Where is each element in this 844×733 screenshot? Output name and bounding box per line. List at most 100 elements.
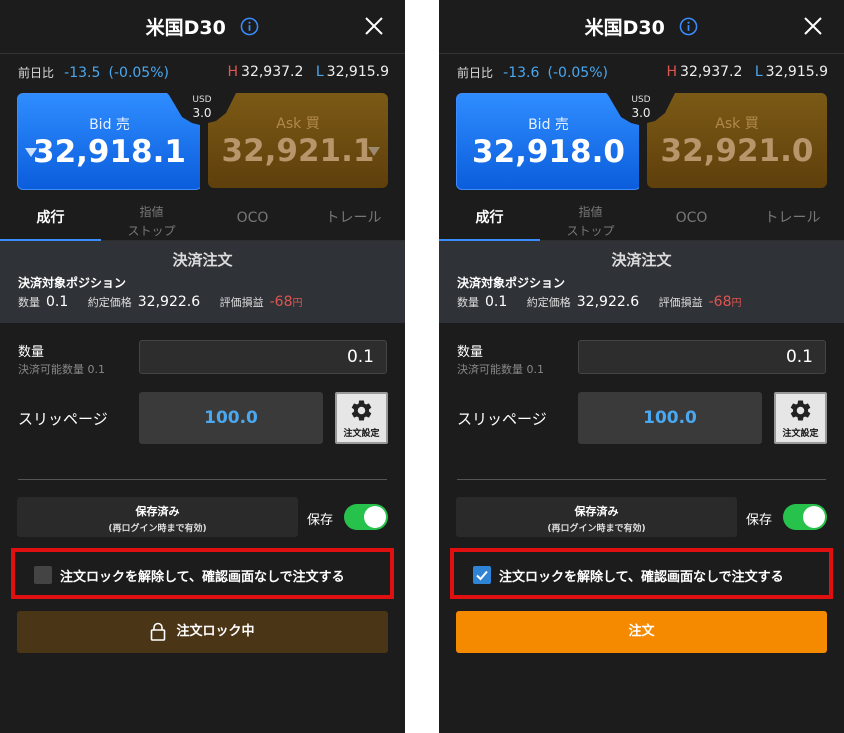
- ask-price: 32,921.0: [660, 133, 814, 169]
- prev-change: -13.6: [503, 65, 540, 81]
- tab-limit-stop[interactable]: 指値 ストップ: [540, 200, 641, 240]
- position-details: 数量 0.1 約定価格 32,922.6 評価損益 -68円: [457, 294, 741, 310]
- saved-label: 保存済み: [574, 505, 619, 518]
- position-qty-label: 数量: [18, 296, 40, 309]
- quantity-available: 決済可能数量 0.1: [18, 363, 105, 376]
- gear-icon: [790, 400, 811, 421]
- header: 米国D30: [0, 0, 405, 54]
- ask-buy-button[interactable]: Ask 買 32,921.0: [647, 93, 827, 188]
- page-title: 米国D30: [0, 13, 405, 40]
- gear-icon: [351, 400, 372, 421]
- position-title: 決済対象ポジション: [18, 276, 127, 290]
- settlement-section: 決済注文 決済対象ポジション 数量 0.1 約定価格 32,922.6 評価損益 -6…: [0, 241, 405, 323]
- position-title: 決済対象ポジション: [457, 276, 566, 290]
- close-icon[interactable]: [363, 15, 385, 37]
- quantity-input[interactable]: 0.1: [139, 340, 387, 374]
- position-qty-label: 数量: [457, 296, 479, 309]
- pl-value: -68円: [269, 294, 303, 310]
- tab-market[interactable]: 成行: [439, 200, 540, 241]
- low-value: 32,915.9: [765, 64, 828, 80]
- quantity-input[interactable]: 0.1: [578, 340, 826, 374]
- saved-note: (再ログイン時まで有効): [108, 524, 207, 534]
- order-locked-label: 注文ロック中: [176, 624, 255, 639]
- prev-change: -13.5: [64, 65, 101, 81]
- tab-trail[interactable]: トレール: [303, 200, 404, 240]
- tab-oco[interactable]: OCO: [641, 200, 742, 240]
- quantity-label: 数量: [457, 345, 484, 360]
- low-value: 32,915.9: [326, 64, 389, 80]
- order-panel-unlocked: 米国D30 前日比 -13.6 (-0.05%) H 32,937.2 L 32,9…: [439, 0, 844, 733]
- ask-buy-button[interactable]: Ask 買 32,921.1: [208, 93, 388, 188]
- contract-price-label: 約定価格: [87, 296, 132, 309]
- ask-label: Ask 買: [276, 116, 320, 132]
- bid-sell-button[interactable]: Bid 売 32,918.1: [17, 93, 200, 190]
- quantity-available: 決済可能数量 0.1: [457, 363, 544, 376]
- section-title: 決済注文: [611, 251, 672, 269]
- info-icon[interactable]: [679, 17, 698, 36]
- low-label: L: [315, 64, 324, 80]
- tab-trail[interactable]: トレール: [742, 200, 843, 240]
- page-title: 米国D30: [439, 13, 844, 40]
- contract-price: 32,922.6: [137, 294, 201, 310]
- pl-label: 評価損益: [658, 296, 703, 309]
- bid-sell-button[interactable]: Bid 売 32,918.0: [456, 93, 639, 190]
- price-change-row: 前日比 -13.5 (-0.05%) H 32,937.2 L 32,915.9: [18, 64, 389, 84]
- bid-price: 32,918.0: [472, 134, 625, 170]
- save-label: 保存: [307, 513, 334, 528]
- high-value: 32,937.2: [241, 64, 304, 80]
- saved-status: 保存済み (再ログイン時まで有効): [17, 497, 298, 537]
- unlock-label[interactable]: 注文ロックを解除して、確認画面なしで注文する: [499, 566, 784, 585]
- slippage-input[interactable]: 100.0: [139, 392, 323, 444]
- save-toggle[interactable]: [344, 504, 388, 530]
- bid-label: Bid 売: [89, 117, 130, 133]
- order-settings-button[interactable]: 注文設定: [335, 392, 388, 444]
- saved-label: 保存済み: [135, 505, 180, 518]
- spread-value: 3.0: [192, 106, 212, 120]
- slippage-input[interactable]: 100.0: [578, 392, 762, 444]
- slippage-label: スリッページ: [18, 410, 108, 428]
- tab-oco[interactable]: OCO: [202, 200, 303, 240]
- tab-market[interactable]: 成行: [0, 200, 101, 241]
- contract-price-label: 約定価格: [526, 296, 571, 309]
- order-lock-highlight: 注文ロックを解除して、確認画面なしで注文する: [11, 548, 394, 599]
- symbol-title: 米国D30: [584, 17, 665, 39]
- unlock-checkbox[interactable]: [34, 566, 52, 584]
- divider: [457, 479, 826, 480]
- saved-status: 保存済み (再ログイン時まで有効): [456, 497, 737, 537]
- close-icon[interactable]: [802, 15, 824, 37]
- tab-limit-stop[interactable]: 指値 ストップ: [101, 200, 202, 240]
- high-label: H: [227, 64, 239, 80]
- spread-value: 3.0: [631, 106, 651, 120]
- contract-price: 32,922.6: [576, 294, 640, 310]
- save-toggle[interactable]: [783, 504, 827, 530]
- info-icon[interactable]: [240, 17, 259, 36]
- lock-icon: [151, 622, 166, 641]
- toggle-knob: [364, 506, 386, 528]
- order-locked-button: 注文ロック中: [17, 611, 388, 653]
- down-arrow-icon: [368, 147, 380, 156]
- prev-day-label: 前日比: [18, 66, 55, 80]
- ask-label: Ask 買: [715, 116, 759, 132]
- order-type-tabs: 成行 指値 ストップ OCO トレール: [439, 200, 844, 241]
- prev-change-pct: (-0.05%): [108, 65, 169, 81]
- section-title: 決済注文: [172, 251, 233, 269]
- order-type-tabs: 成行 指値 ストップ OCO トレール: [0, 200, 405, 241]
- save-label: 保存: [746, 513, 773, 528]
- high-value: 32,937.2: [680, 64, 743, 80]
- order-button[interactable]: 注文: [456, 611, 827, 653]
- price-change-row: 前日比 -13.6 (-0.05%) H 32,937.2 L 32,915.9: [457, 64, 828, 84]
- spread: USD 3.0: [184, 94, 220, 120]
- order-settings-button[interactable]: 注文設定: [774, 392, 827, 444]
- pl-value: -68円: [708, 294, 742, 310]
- header: 米国D30: [439, 0, 844, 54]
- ask-price: 32,921.1: [221, 133, 375, 169]
- checkmark-icon: [476, 570, 488, 581]
- quantity-label: 数量: [18, 345, 45, 360]
- symbol-title: 米国D30: [145, 17, 226, 39]
- bid-label: Bid 売: [528, 117, 569, 133]
- position-qty: 0.1: [485, 294, 508, 310]
- settlement-section: 決済注文 決済対象ポジション 数量 0.1 約定価格 32,922.6 評価損益 -6…: [439, 241, 844, 323]
- unlock-checkbox[interactable]: [473, 566, 491, 584]
- toggle-knob: [803, 506, 825, 528]
- unlock-label[interactable]: 注文ロックを解除して、確認画面なしで注文する: [60, 566, 345, 585]
